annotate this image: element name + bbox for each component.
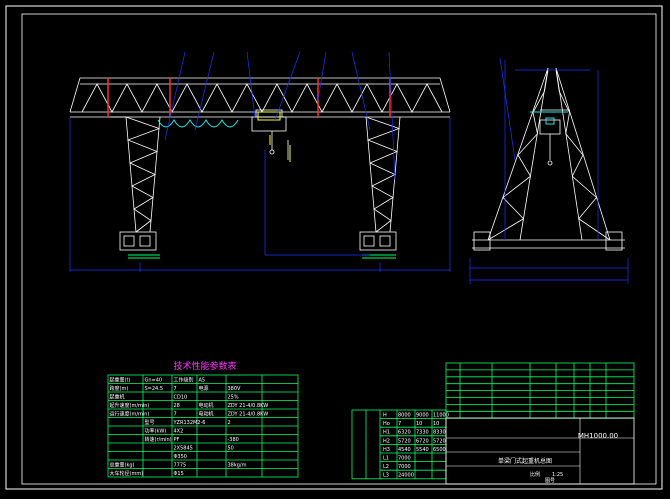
spec-cell: 4X2 — [174, 429, 184, 435]
spec-cell: 50 — [228, 446, 234, 452]
spec-cell: 工作级别 — [174, 377, 194, 384]
dim-key: H1 — [383, 430, 390, 436]
spec-cell: 2 — [228, 420, 231, 426]
dim-value: 5720 — [433, 438, 446, 444]
dim-value: 4540 — [398, 447, 411, 453]
spec-cell: 起升速度(m/min) — [110, 402, 150, 409]
dim-value: 6320 — [398, 430, 411, 436]
dim-key: Ho — [383, 421, 390, 427]
spec-cell: 电动机 — [199, 402, 214, 409]
spec-cell: 电源 — [199, 385, 209, 392]
spec-cell: 7775 — [174, 463, 187, 469]
dim-value: 6500 — [433, 447, 446, 453]
spec-cell: CD10 — [174, 395, 188, 401]
dim-key: H3 — [383, 447, 390, 453]
spec-cell: 25% — [228, 395, 239, 401]
dim-key: L1 — [383, 456, 389, 462]
dim-value: 5720 — [398, 438, 411, 444]
trolley-hoist — [258, 112, 290, 162]
spec-cell: Gn=40 — [145, 378, 163, 384]
side-dimensions — [470, 58, 628, 284]
drawing-title: 单梁门式起重机总图 — [498, 457, 552, 465]
spec-cell: 转速(r/min) — [145, 436, 172, 443]
dim-table-cells: H8000900011000Ho71010H1632073308330H2572… — [383, 413, 449, 479]
spec-cell: 跨度(m) — [110, 385, 129, 392]
spec-cell: Φ350 — [174, 454, 187, 460]
spec-cell: PF — [174, 437, 180, 443]
spec-cell: 大车轮径(mm) — [110, 470, 144, 477]
spec-cell: A5 — [199, 378, 206, 384]
spec-cell: S=24.5 — [145, 386, 164, 392]
spec-cell: 380V — [228, 386, 242, 392]
spec-cell: YZR132M2-6 — [173, 420, 206, 426]
spec-cell: 7 — [174, 412, 177, 418]
dim-value: 10 — [416, 421, 422, 427]
dim-key: H — [383, 413, 387, 419]
dim-value: 9000 — [416, 413, 429, 419]
dim-key: L2 — [383, 464, 389, 470]
spec-cell: 7 — [174, 386, 177, 392]
sheet-label: 图号 — [545, 478, 555, 484]
drawing-number: MH1000.00 — [578, 432, 618, 440]
parts-list-grid — [446, 363, 634, 418]
spec-cell: 38kg/m — [228, 463, 247, 469]
spec-table-title: 技术性能参数表 — [173, 360, 236, 372]
spec-cell: 运行速度(m/min) — [110, 411, 150, 418]
cad-drawing-canvas: 技术性能参数表 起重量(t) Gn=40 工作级别 A5 跨度(m) S=24.5 7 电源 3… — [0, 0, 670, 495]
spec-cell: -380 — [228, 437, 239, 443]
dim-value: 7 — [398, 421, 401, 427]
crane-drawing: 技术性能参数表 起重量(t) Gn=40 工作级别 A5 跨度(m) S=24.5 7 电源 3… — [0, 0, 670, 495]
dim-value: 5540 — [416, 447, 429, 453]
front-elevation — [70, 78, 450, 250]
spec-table-cells: 起重量(t) Gn=40 工作级别 A5 跨度(m) S=24.5 7 电源 380V 起重机 CD… — [110, 377, 269, 478]
dim-value: 24000 — [398, 473, 414, 479]
ground-marks — [128, 255, 396, 258]
dim-value: 7000 — [398, 456, 411, 462]
dim-value: 8000 — [398, 413, 411, 419]
scale-label: 比例 — [530, 471, 540, 478]
spec-cell: 起重量(t) — [110, 377, 131, 384]
spec-cell: 总重量(kg) — [110, 462, 135, 469]
dim-key: H2 — [383, 438, 390, 444]
dim-value: 6720 — [416, 438, 429, 444]
dim-value: 8330 — [433, 430, 446, 436]
outer-frame — [6, 6, 662, 489]
side-accents — [530, 112, 568, 124]
dim-key: L3 — [383, 473, 389, 479]
spec-cell: ZDY 21-4/0.8KW — [228, 412, 269, 418]
dim-value: 7000 — [398, 464, 411, 470]
spec-cell: 2X5845 — [174, 446, 193, 452]
title-block: MH1000.00 单梁门式起重机总图 比例 1:25 图号 — [446, 418, 634, 484]
spec-cell: ZDY 21-4/0.8KW — [228, 403, 269, 409]
front-dimensions — [70, 52, 450, 272]
dim-value: 10 — [433, 421, 439, 427]
dim-value: 7330 — [416, 430, 429, 436]
spec-cell: Φ15 — [174, 471, 184, 477]
spec-cell: 功率(kW) — [145, 428, 167, 435]
side-elevation — [472, 68, 625, 250]
spec-cell: 型号 — [145, 419, 155, 426]
spec-cell: 28 — [174, 403, 180, 409]
spec-cell: 起重机 — [110, 394, 125, 401]
festoon-cable — [158, 120, 238, 127]
spec-cell: 电动机 — [199, 411, 214, 418]
